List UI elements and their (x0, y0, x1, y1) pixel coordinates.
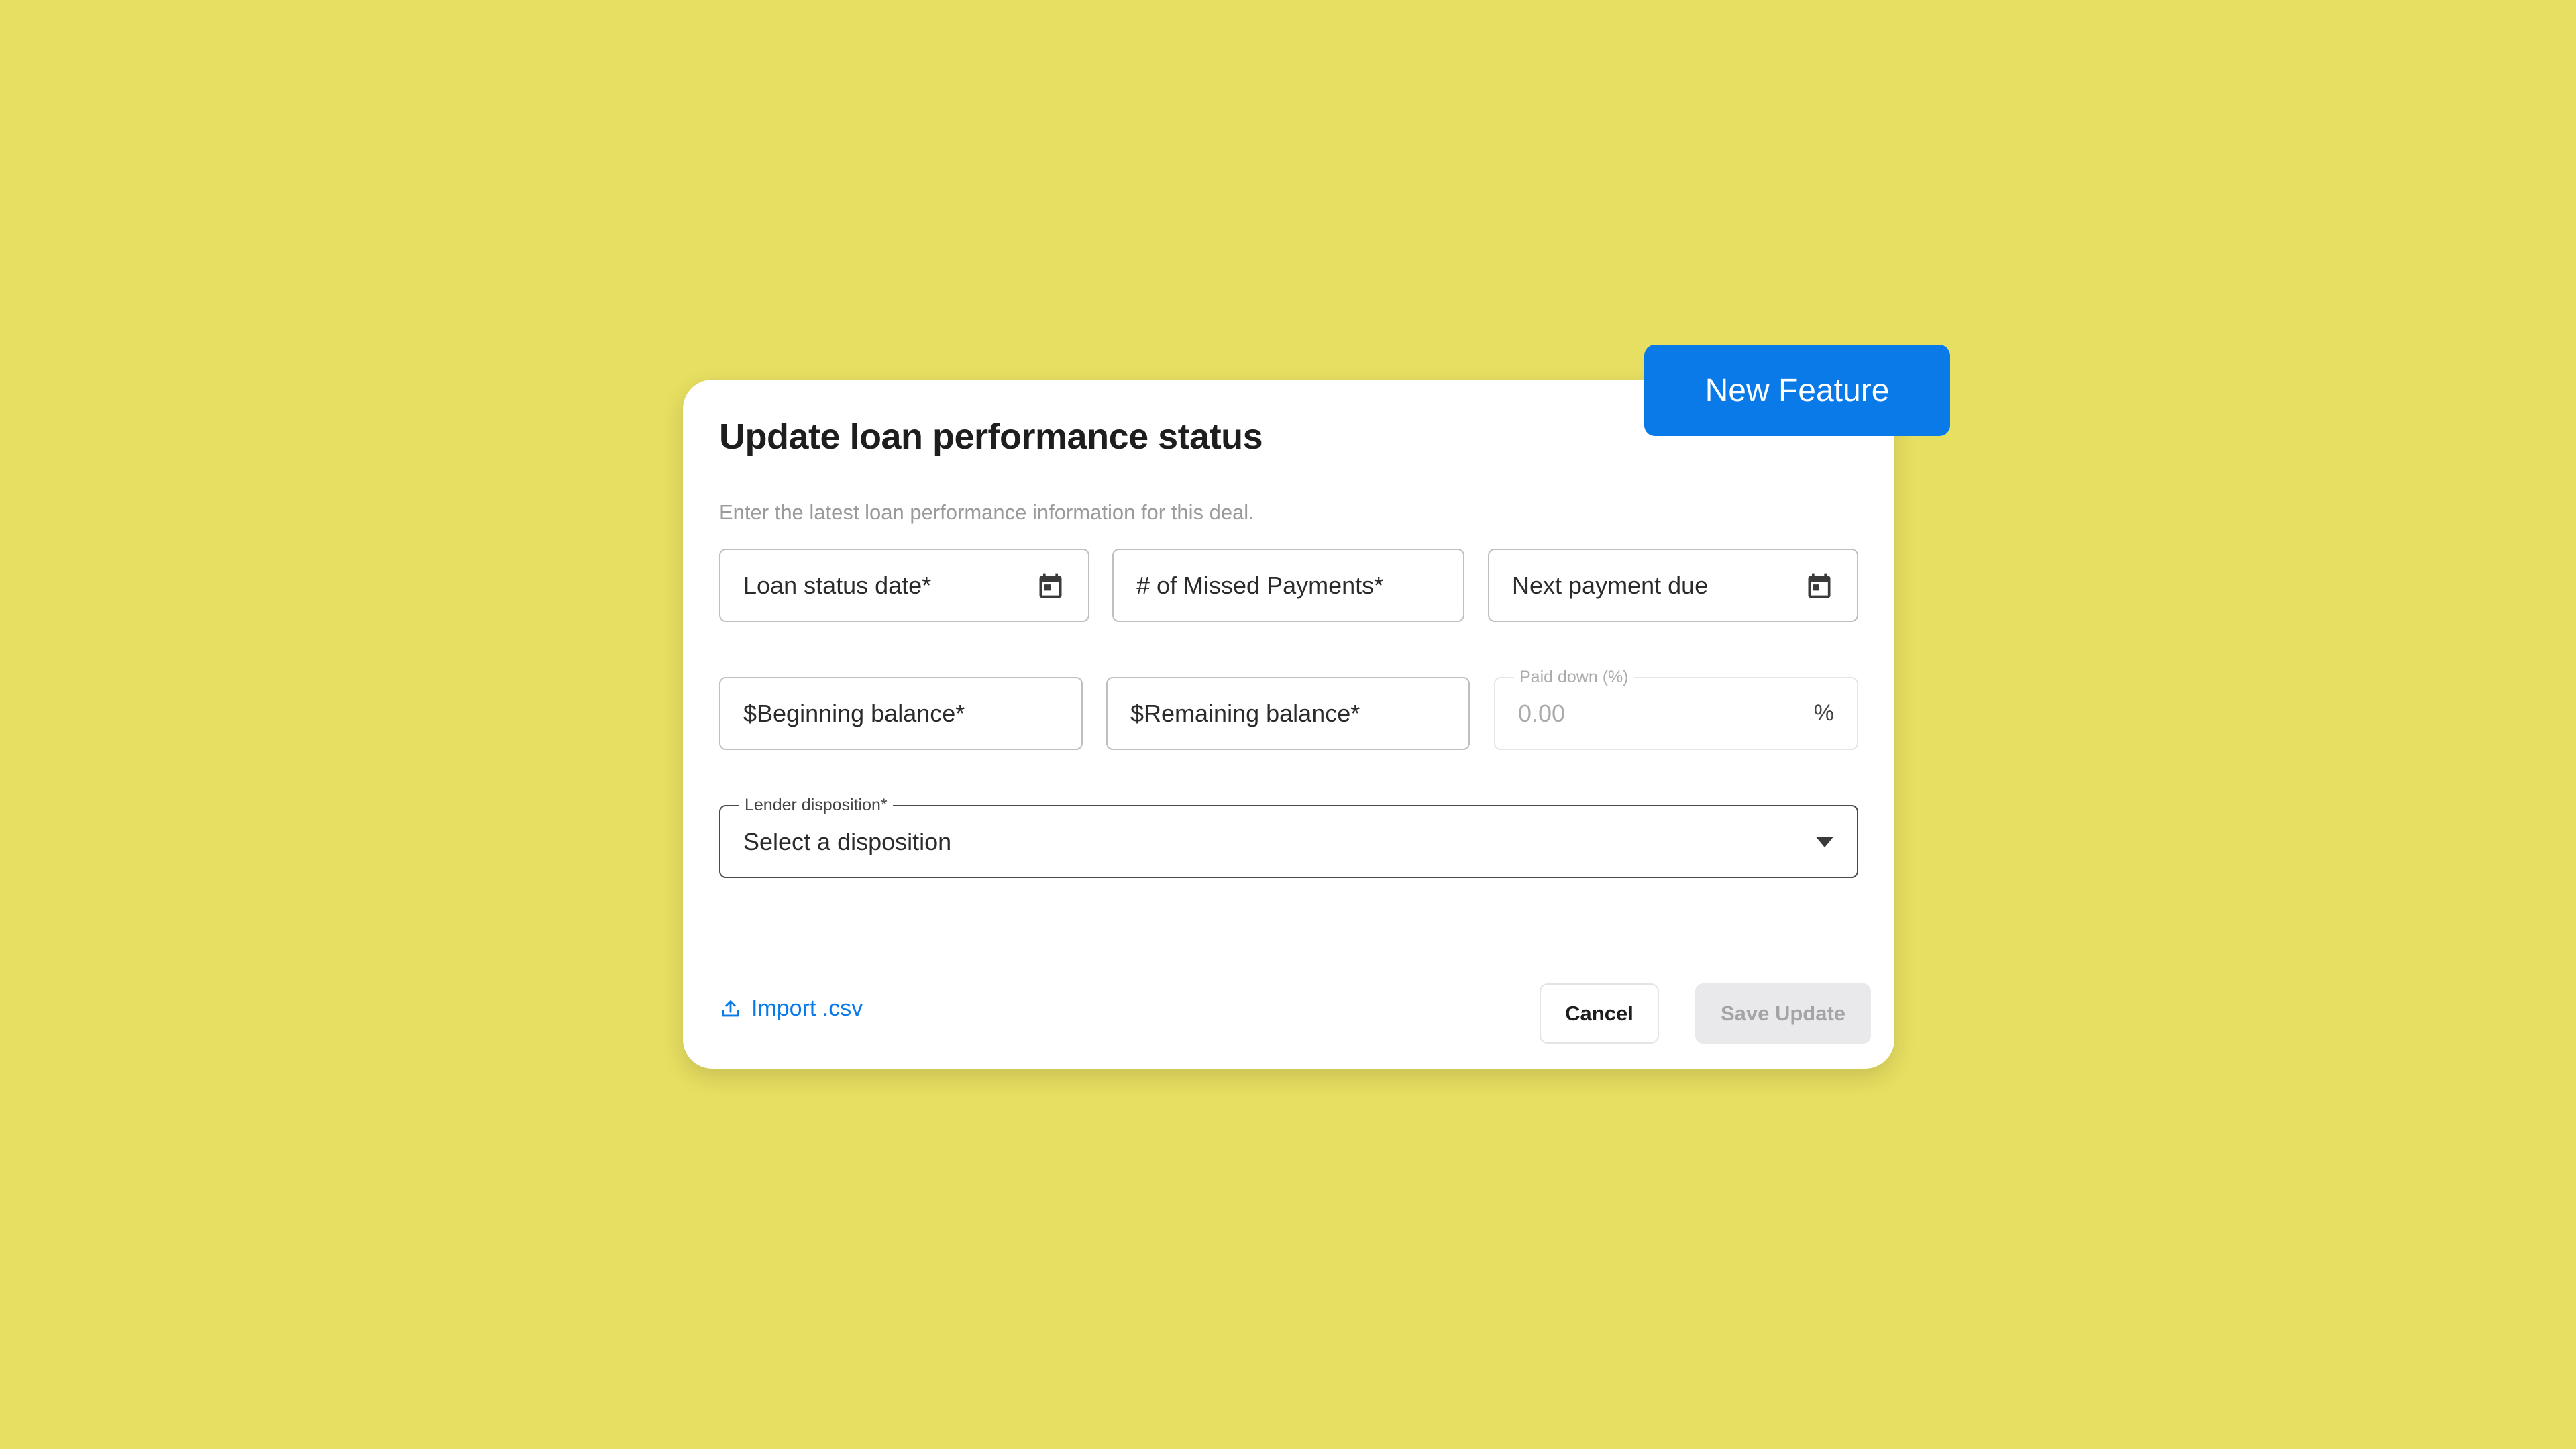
lender-disposition-label: Lender disposition* (739, 796, 893, 814)
caret-down-icon[interactable] (1815, 836, 1834, 847)
percent-suffix: % (1813, 700, 1834, 726)
update-loan-dialog: Update loan performance status Enter the… (683, 380, 1894, 1069)
remaining-balance-label: $Remaining balance* (1130, 699, 1360, 727)
remaining-balance-field[interactable]: $Remaining balance* (1106, 677, 1470, 750)
dialog-title: Update loan performance status (719, 417, 1263, 457)
next-payment-due-field[interactable]: Next payment due (1488, 549, 1858, 622)
loan-status-date-label: Loan status date* (743, 571, 932, 599)
beginning-balance-field[interactable]: $Beginning balance* (719, 677, 1083, 750)
paid-down-label: Paid down (%) (1514, 667, 1634, 686)
lender-disposition-select[interactable]: Lender disposition* Select a disposition (719, 796, 1858, 878)
paid-down-field: Paid down (%) 0.00 % (1494, 667, 1858, 750)
calendar-icon[interactable] (1036, 570, 1065, 601)
dialog-subtitle: Enter the latest loan performance inform… (719, 500, 1254, 524)
new-feature-badge: New Feature (1644, 345, 1950, 436)
beginning-balance-label: $Beginning balance* (743, 699, 965, 727)
cancel-button[interactable]: Cancel (1540, 983, 1659, 1044)
missed-payments-field[interactable]: # of Missed Payments* (1112, 549, 1464, 622)
import-csv-link[interactable]: Import .csv (719, 996, 863, 1022)
calendar-icon[interactable] (1805, 570, 1834, 601)
import-csv-label: Import .csv (751, 996, 863, 1021)
loan-status-date-field[interactable]: Loan status date* (719, 549, 1089, 622)
next-payment-due-label: Next payment due (1512, 571, 1709, 599)
lender-disposition-value: Select a disposition (743, 827, 952, 855)
save-update-button[interactable]: Save Update (1695, 983, 1871, 1044)
upload-icon (722, 1000, 739, 1016)
missed-payments-label: # of Missed Payments* (1136, 571, 1384, 599)
paid-down-value: 0.00 (1518, 699, 1566, 727)
